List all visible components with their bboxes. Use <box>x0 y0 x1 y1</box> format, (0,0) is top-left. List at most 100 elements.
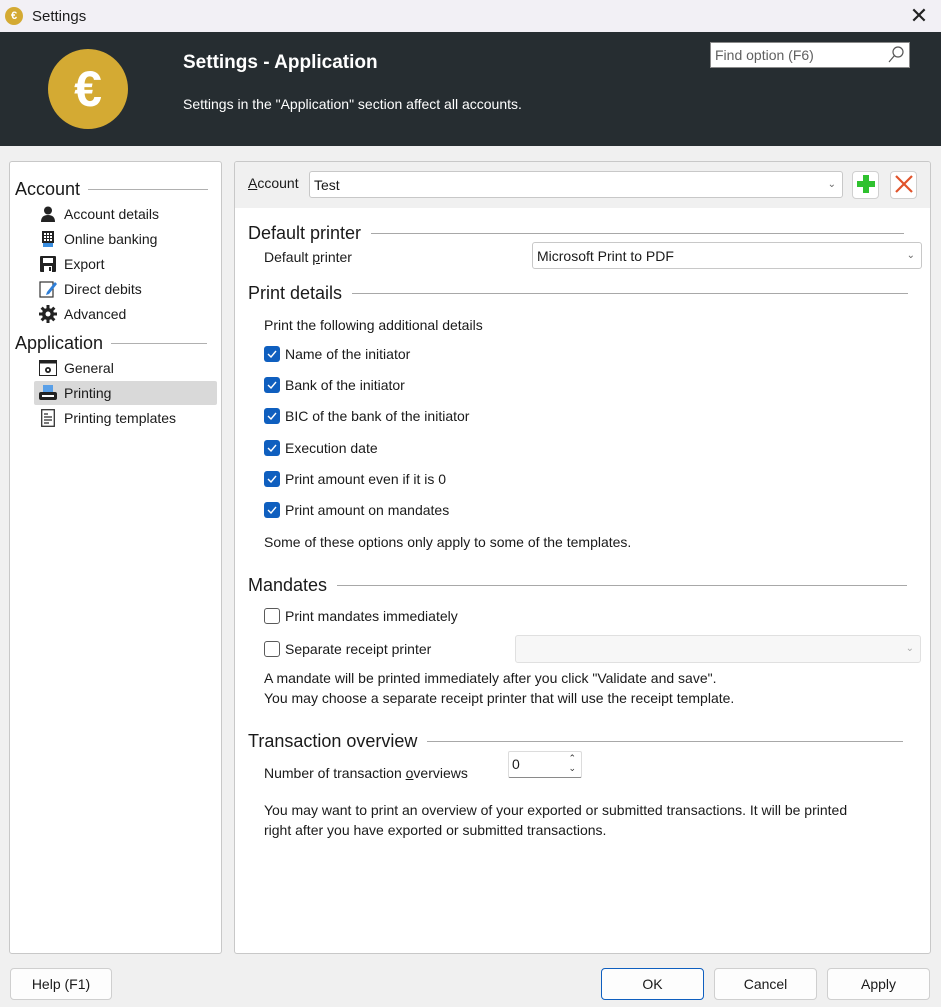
checkbox-label: Print mandates immediately <box>285 608 458 624</box>
save-icon <box>39 255 57 273</box>
transaction-overview-note-line2: right after you have exported or submitt… <box>264 822 607 838</box>
sidebar-group-account: Account <box>15 179 209 200</box>
account-bar: Account Test ⌄ <box>235 162 930 208</box>
sidebar-item-printing-templates[interactable]: Printing templates <box>34 406 217 430</box>
printer-icon <box>39 384 57 402</box>
spin-up-icon[interactable]: ⌃ <box>568 753 576 763</box>
sidebar-item-label: Export <box>64 256 105 272</box>
checkbox-label: Execution date <box>285 440 378 456</box>
checkbox-bank-of-initiator[interactable]: Bank of the initiator <box>264 377 405 393</box>
checkbox-checked-icon <box>264 471 280 487</box>
divider <box>111 343 208 344</box>
mandates-note-line1: A mandate will be printed immediately af… <box>264 670 717 686</box>
sidebar-item-general[interactable]: General <box>34 356 217 380</box>
online-banking-icon <box>39 230 57 248</box>
window-title: Settings <box>32 7 87 25</box>
help-button[interactable]: Help (F1) <box>10 968 112 1000</box>
spinbox-arrows[interactable]: ⌃ ⌄ <box>568 753 576 773</box>
checkbox-unchecked-icon <box>264 608 280 624</box>
find-option-input[interactable] <box>715 47 885 63</box>
delete-icon <box>894 174 913 196</box>
transaction-overviews-spinbox[interactable]: 0 ⌃ ⌄ <box>508 751 582 778</box>
divider <box>371 233 905 234</box>
title-bar: € Settings ✕ <box>0 0 941 32</box>
add-account-button[interactable] <box>852 171 879 199</box>
sidebar-group-application: Application <box>15 333 208 354</box>
sidebar-item-label: Direct debits <box>64 281 142 297</box>
search-icon[interactable] <box>888 46 904 64</box>
sidebar-item-advanced[interactable]: Advanced <box>34 302 217 326</box>
print-details-intro: Print the following additional details <box>264 317 483 333</box>
settings-window-icon <box>39 359 57 377</box>
checkbox-execution-date[interactable]: Execution date <box>264 440 378 456</box>
sidebar-item-online-banking[interactable]: Online banking <box>34 227 217 251</box>
chevron-down-icon: ⌄ <box>827 178 836 190</box>
checkbox-name-of-initiator[interactable]: Name of the initiator <box>264 346 410 362</box>
checkbox-print-amount-zero[interactable]: Print amount even if it is 0 <box>264 471 446 487</box>
printing-settings-panel: Account Test ⌄ Default printer Default p… <box>234 161 931 954</box>
checkbox-label: Print amount on mandates <box>285 502 450 518</box>
edit-document-icon <box>39 280 57 298</box>
default-printer-select[interactable]: Microsoft Print to PDF ⌄ <box>532 242 922 269</box>
transaction-overviews-label: Number of transaction overviews <box>264 765 468 781</box>
print-details-note: Some of these options only apply to some… <box>264 534 632 550</box>
checkbox-label: Name of the initiator <box>285 346 411 362</box>
sidebar-group-label: Account <box>15 179 81 199</box>
cancel-button[interactable]: Cancel <box>714 968 817 1000</box>
checkbox-label: BIC of the bank of the initiator <box>285 408 470 424</box>
app-euro-icon: € <box>5 7 23 25</box>
page-subtitle: Settings in the "Application" section af… <box>183 96 522 112</box>
default-printer-label: Default printer <box>264 249 352 265</box>
close-button[interactable]: ✕ <box>905 2 933 30</box>
divider <box>337 585 908 586</box>
sidebar-item-label: General <box>64 360 114 376</box>
checkbox-separate-receipt-printer[interactable]: Separate receipt printer <box>264 641 431 657</box>
checkbox-unchecked-icon <box>264 641 280 657</box>
user-icon <box>39 205 57 223</box>
close-icon: ✕ <box>909 3 929 28</box>
spin-down-icon[interactable]: ⌄ <box>568 763 576 773</box>
account-select-value: Test <box>314 176 340 193</box>
chevron-down-icon: ⌄ <box>905 642 914 654</box>
checkbox-checked-icon <box>264 440 280 456</box>
gear-icon <box>39 305 57 323</box>
checkbox-print-amount-mandates[interactable]: Print amount on mandates <box>264 502 449 518</box>
section-title: Default printer <box>248 223 362 243</box>
divider <box>352 293 909 294</box>
delete-account-button[interactable] <box>890 171 917 199</box>
section-print-details: Print details <box>248 283 909 304</box>
sidebar-item-label: Printing <box>64 385 112 401</box>
section-default-printer: Default printer <box>248 223 905 244</box>
sidebar-item-export[interactable]: Export <box>34 252 217 276</box>
checkbox-bic-of-bank[interactable]: BIC of the bank of the initiator <box>264 408 469 424</box>
settings-sidebar: Account Account details Online banking E… <box>9 161 222 954</box>
transaction-overview-note-line1: You may want to print an overview of you… <box>264 802 848 818</box>
divider <box>427 741 904 742</box>
ok-button[interactable]: OK <box>601 968 704 1000</box>
sidebar-item-account-details[interactable]: Account details <box>34 202 217 226</box>
sidebar-item-printing[interactable]: Printing <box>34 381 217 405</box>
checkbox-checked-icon <box>264 377 280 393</box>
section-mandates: Mandates <box>248 575 908 596</box>
receipt-printer-select[interactable]: ⌄ <box>515 635 921 663</box>
section-title: Mandates <box>248 575 328 595</box>
checkbox-print-mandates-immediately[interactable]: Print mandates immediately <box>264 608 458 624</box>
find-option-box <box>710 42 910 68</box>
sidebar-item-direct-debits[interactable]: Direct debits <box>34 277 217 301</box>
checkbox-checked-icon <box>264 502 280 518</box>
sidebar-item-label: Account details <box>64 206 159 222</box>
checkbox-checked-icon <box>264 346 280 362</box>
page-title: Settings - Application <box>183 52 378 73</box>
apply-button[interactable]: Apply <box>827 968 930 1000</box>
chevron-down-icon: ⌄ <box>906 249 915 261</box>
sidebar-item-label: Printing templates <box>64 410 177 426</box>
account-label: Account <box>248 175 299 191</box>
sidebar-group-label: Application <box>15 333 104 353</box>
sidebar-item-label: Advanced <box>64 306 127 322</box>
divider <box>88 189 209 190</box>
section-title: Transaction overview <box>248 731 418 751</box>
checkbox-label: Print amount even if it is 0 <box>285 471 447 487</box>
checkbox-label: Separate receipt printer <box>285 641 432 657</box>
section-transaction-overview: Transaction overview <box>248 731 904 752</box>
account-select[interactable]: Test ⌄ <box>309 171 843 198</box>
